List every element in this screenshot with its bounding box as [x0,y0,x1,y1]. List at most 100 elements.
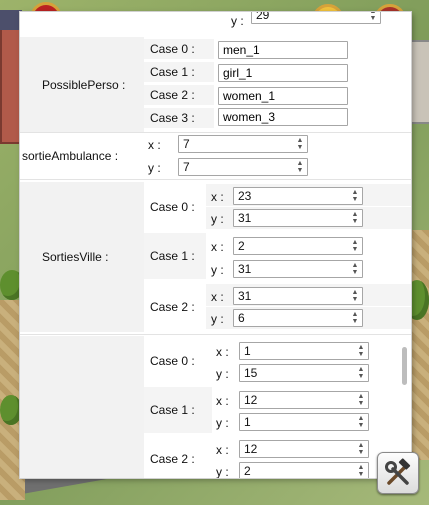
x-label: x : [216,443,229,457]
y-value: 6 [238,311,245,325]
spinner-arrows-icon[interactable]: ▲▼ [356,393,366,407]
spinner-arrows-icon[interactable]: ▲▼ [350,311,360,325]
fourth-case-0-y-input[interactable]: 15 ▲ ▼ [239,364,369,382]
case-2-label: Case 2 : [150,88,195,102]
top-partial-row: y : 29 ▲▼ [20,12,411,32]
x-value: 1 [244,344,251,358]
case-1-label: Case 1 : [150,65,195,79]
case-label: Case 3 : [144,108,214,128]
fourth-section-label-cell [20,336,144,478]
divider [20,334,411,335]
spinner-arrows-icon[interactable]: ▲▼ [350,211,360,225]
x-label: x : [216,394,229,408]
spinner-arrows-icon[interactable]: ▲▼ [350,262,360,276]
x-value: 2 [238,239,245,253]
sorties-ville-label: SortiesVille : [42,250,109,264]
y-value: 31 [238,211,252,225]
sorties-ville-case-1-x-input[interactable]: 2 ▲ ▼ [233,237,363,255]
possible-perso-case-1-input[interactable] [218,64,348,82]
fourth-case-1-x-input[interactable]: 12 ▲ ▼ [239,391,369,409]
x-value: 23 [238,189,252,203]
case-1-label: Case 1 : [150,403,195,417]
case-label: Case 2 : [144,85,214,105]
x-label: x : [211,240,224,254]
y-label: y : [211,212,224,226]
spinner-arrows-icon[interactable]: ▲▼ [356,366,366,380]
case-label-cell: Case 1 : [144,233,206,279]
case-label-cell: Case 0 : [144,338,212,384]
y-value: 15 [244,366,258,380]
sortie-ambulance-x-input[interactable]: 7 ▲ ▼ [178,135,308,153]
y-label: y : [211,263,224,277]
sortie-ambulance-label-cell: sortieAmbulance : [20,134,144,178]
spinner-arrows-icon[interactable]: ▲▼ [350,289,360,303]
y-label: y : [216,367,229,381]
sortie-ambulance-label: sortieAmbulance : [22,149,119,163]
x-label: x : [211,190,224,204]
fourth-case-2-y-input[interactable]: 2 ▲ ▼ [239,462,369,478]
building-roof [0,10,22,30]
fourth-case-2-x-input[interactable]: 12 ▲ ▼ [239,440,369,458]
case-2-label: Case 2 : [150,452,195,466]
sortie-ambulance-y-input[interactable]: 7 ▲ ▼ [178,158,308,176]
y-label: y : [216,416,229,430]
spinner-arrows-icon[interactable]: ▲▼ [356,464,366,478]
spinner-arrows-icon[interactable]: ▲▼ [350,189,360,203]
sorties-ville-case-0-y-input[interactable]: 31 ▲ ▼ [233,209,363,227]
x-value: 12 [244,393,258,407]
y-value: 7 [183,160,190,174]
sorties-ville-case-2-x-input[interactable]: 31 ▲ ▼ [233,287,363,305]
case-0-label: Case 0 : [150,200,195,214]
y-label: y : [211,312,224,326]
x-value: 12 [244,442,258,456]
possible-perso-label-cell: PossiblePerso : [20,37,144,132]
case-0-label: Case 0 : [150,354,195,368]
building [408,40,429,124]
possible-perso-case-0-input[interactable] [218,41,348,59]
possible-perso-case-2-input[interactable] [218,87,348,105]
fourth-case-1-y-input[interactable]: 1 ▲ ▼ [239,413,369,431]
case-label-cell: Case 0 : [144,184,206,230]
spinner-arrows-icon[interactable]: ▲▼ [295,160,305,174]
case-label: Case 1 : [144,62,214,82]
case-0-label: Case 0 : [150,42,195,56]
spinner-arrows-icon[interactable]: ▲▼ [350,239,360,253]
y-number-input[interactable]: 29 ▲▼ [251,12,381,24]
y-label: y : [216,465,229,478]
x-label: x : [211,290,224,304]
properties-scroll-area[interactable]: y : 29 ▲▼ PossiblePerso : Case 0 : Case … [20,12,411,478]
spinner-arrows-icon[interactable]: ▲▼ [356,442,366,456]
sorties-ville-case-0-x-input[interactable]: 23 ▲ ▼ [233,187,363,205]
y-value: 31 [238,262,252,276]
y-value: 29 [256,12,270,22]
fourth-case-0-x-input[interactable]: 1 ▲ ▼ [239,342,369,360]
x-value: 31 [238,289,252,303]
case-label-cell: Case 2 : [144,436,212,478]
spinner-arrows-icon[interactable]: ▲▼ [356,415,366,429]
x-label: x : [148,138,161,152]
properties-panel: y : 29 ▲▼ PossiblePerso : Case 0 : Case … [20,12,411,478]
sorties-ville-case-2-y-input[interactable]: 6 ▲ ▼ [233,309,363,327]
sorties-ville-case-1-y-input[interactable]: 31 ▲ ▼ [233,260,363,278]
divider [20,179,411,180]
y-label: y : [148,161,161,175]
case-1-label: Case 1 : [150,249,195,263]
spinner-arrows-icon[interactable]: ▲▼ [295,137,305,151]
tools-button[interactable] [377,452,419,494]
y-value: 2 [244,464,251,478]
case-label: Case 0 : [144,39,214,59]
sorties-ville-label-cell: SortiesVille : [20,182,144,332]
tree [0,395,22,425]
possible-perso-case-3-input[interactable] [218,108,348,126]
y-label: y : [231,14,244,28]
possible-perso-label: PossiblePerso : [42,77,126,92]
y-value: 1 [244,415,251,429]
vertical-scrollbar-thumb[interactable] [402,347,407,385]
case-label-cell: Case 2 : [144,282,206,332]
x-label: x : [216,345,229,359]
case-2-label: Case 2 : [150,300,195,314]
case-label-cell: Case 1 : [144,387,212,433]
spinner-arrows-icon[interactable]: ▲▼ [368,12,378,22]
case-3-label: Case 3 : [150,111,195,125]
spinner-arrows-icon[interactable]: ▲▼ [356,344,366,358]
